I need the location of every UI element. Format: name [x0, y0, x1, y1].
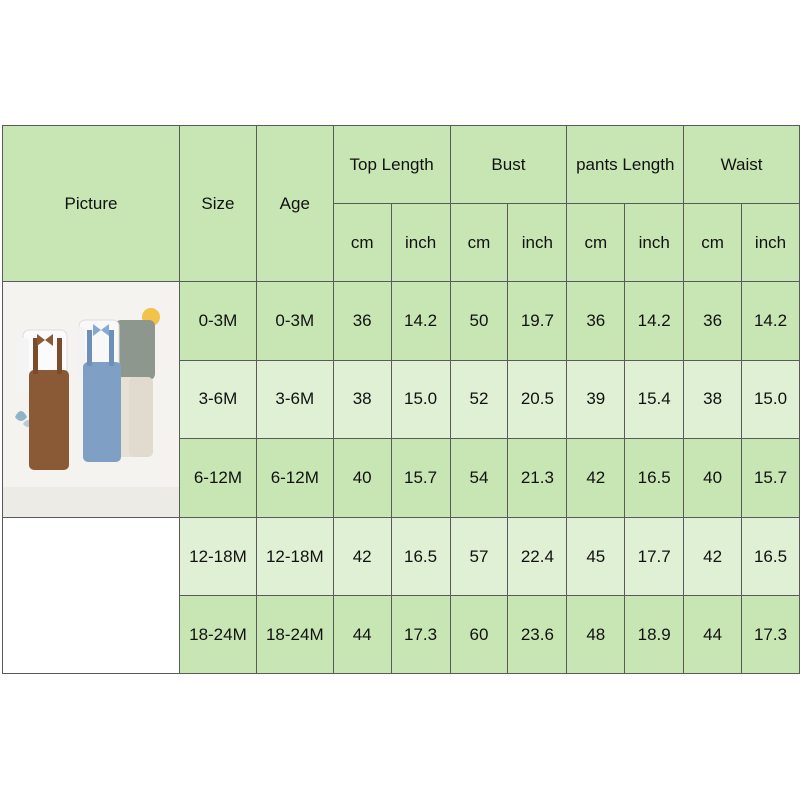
value-cell: 16.5: [390, 517, 451, 596]
value-cell: 40: [683, 438, 743, 518]
unit-cm: cm: [566, 203, 626, 282]
value-cell: 60: [449, 595, 509, 674]
header-age: Age: [255, 125, 334, 282]
value-cell: 17.3: [741, 595, 800, 674]
value-cell: 17.7: [624, 517, 685, 596]
value-cell: 42: [332, 517, 392, 596]
table-row: 12-18M 12-18M 42 16.5 57 22.4 45 17.7 42…: [2, 517, 800, 674]
product-image: [3, 282, 179, 517]
age-cell: 0-3M: [255, 281, 334, 361]
value-cell: 14.2: [390, 281, 451, 361]
unit-inch: inch: [741, 203, 800, 282]
size-cell: 3-6M: [179, 359, 257, 440]
size-cell: 12-18M: [179, 517, 257, 596]
value-cell: 52: [449, 359, 509, 440]
size-chart-table: Picture Size Age Top Length Bust pants L…: [2, 125, 800, 674]
age-cell: 3-6M: [255, 359, 334, 440]
value-cell: 14.2: [741, 281, 800, 361]
value-cell: 19.7: [507, 281, 568, 361]
value-cell: 21.3: [507, 438, 568, 518]
value-cell: 15.7: [390, 438, 451, 518]
size-cell: 0-3M: [179, 281, 257, 361]
unit-inch: inch: [507, 203, 568, 282]
value-cell: 42: [683, 517, 743, 596]
value-cell: 18.9: [624, 595, 685, 674]
value-cell: 48: [566, 595, 626, 674]
header-picture: Picture: [2, 125, 180, 282]
age-cell: 6-12M: [255, 438, 334, 518]
value-cell: 15.4: [624, 359, 685, 440]
value-cell: 16.5: [624, 438, 685, 518]
value-cell: 44: [683, 595, 743, 674]
value-cell: 14.2: [624, 281, 685, 361]
value-cell: 42: [566, 438, 626, 518]
value-cell: 57: [449, 517, 509, 596]
value-cell: 15.7: [741, 438, 800, 518]
header-pants-length: pants Length: [566, 125, 685, 204]
value-cell: 38: [332, 359, 392, 440]
value-cell: 36: [566, 281, 626, 361]
value-cell: 36: [683, 281, 743, 361]
age-cell: 12-18M: [255, 517, 334, 596]
value-cell: 45: [566, 517, 626, 596]
value-cell: 36: [332, 281, 392, 361]
unit-inch: inch: [390, 203, 451, 282]
value-cell: 50: [449, 281, 509, 361]
value-cell: 15.0: [741, 359, 800, 440]
age-cell: 18-24M: [255, 595, 334, 674]
unit-cm: cm: [683, 203, 743, 282]
header-waist: Waist: [683, 125, 800, 204]
value-cell: 44: [332, 595, 392, 674]
size-cell: 6-12M: [179, 438, 257, 518]
unit-cm: cm: [449, 203, 509, 282]
size-cell: 18-24M: [179, 595, 257, 674]
value-cell: 40: [332, 438, 392, 518]
unit-inch: inch: [624, 203, 685, 282]
header-size: Size: [179, 125, 257, 282]
value-cell: 38: [683, 359, 743, 440]
value-cell: 15.0: [390, 359, 451, 440]
table-row: 0-3M 0-3M 36 14.2 50 19.7 36 14.2 36 14.…: [2, 281, 800, 518]
product-picture: [2, 281, 180, 518]
header-top-length: Top Length: [332, 125, 451, 204]
value-cell: 20.5: [507, 359, 568, 440]
value-cell: 39: [566, 359, 626, 440]
value-cell: 22.4: [507, 517, 568, 596]
value-cell: 23.6: [507, 595, 568, 674]
value-cell: 16.5: [741, 517, 800, 596]
header-bust: Bust: [449, 125, 568, 204]
picture-blank: [2, 517, 180, 674]
unit-cm: cm: [332, 203, 392, 282]
value-cell: 17.3: [390, 595, 451, 674]
value-cell: 54: [449, 438, 509, 518]
